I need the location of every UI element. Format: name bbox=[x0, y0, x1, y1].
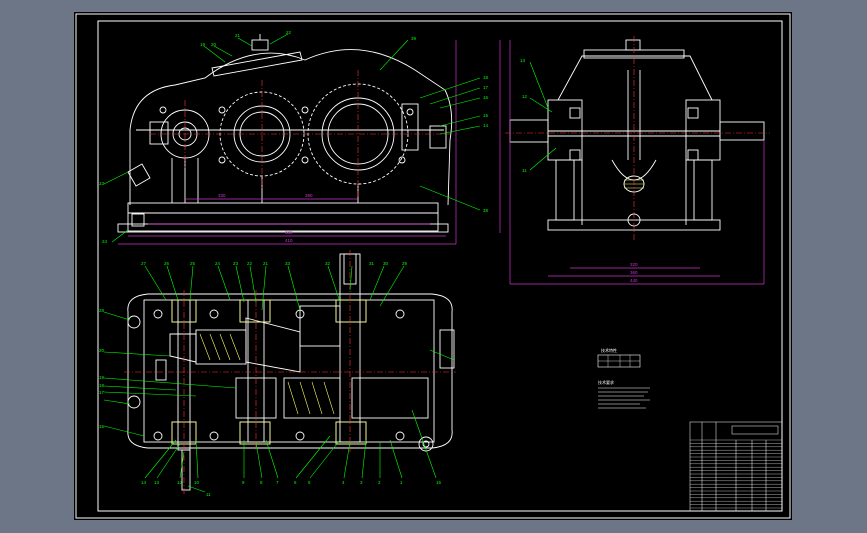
side-view-dimension: 440 bbox=[630, 278, 638, 283]
front-view-balloon: 23 bbox=[99, 181, 105, 186]
top-view-balloon: 5 bbox=[308, 480, 311, 485]
top-view-balloon: 15 bbox=[99, 424, 105, 429]
top-view-balloon: 31 bbox=[369, 261, 375, 266]
side-view-balloon: 12 bbox=[522, 94, 528, 99]
top-view-balloon: 6 bbox=[294, 480, 297, 485]
front-view-balloon: 17 bbox=[483, 85, 489, 90]
side-view-centerlines bbox=[505, 36, 770, 240]
top-view-balloon: 33 bbox=[285, 261, 291, 266]
top-view-balloon: 7 bbox=[276, 480, 279, 485]
front-view-dimension: 380 bbox=[305, 193, 313, 198]
side-view-balloon: 13 bbox=[520, 58, 526, 63]
top-view-balloon: 3 bbox=[360, 480, 363, 485]
top-view-balloon: 13 bbox=[154, 480, 160, 485]
front-view-balloon: 39 bbox=[411, 36, 417, 41]
top-view-balloon: 32 bbox=[325, 261, 331, 266]
front-view-dimension-texts: 410 380 330 380 bbox=[218, 193, 313, 243]
top-view-balloon: 10 bbox=[194, 480, 200, 485]
tech-requirements-title: 技术要求 bbox=[598, 379, 614, 385]
top-view-balloon: 24 bbox=[215, 261, 221, 266]
technical-notes: 技术特性 技术要求 bbox=[597, 347, 650, 409]
tech-requirements-lines bbox=[598, 387, 650, 409]
top-view-balloon: 16 bbox=[436, 480, 442, 485]
top-view-balloon: 11 bbox=[206, 492, 211, 497]
gearbox-assembly-drawing: 410 380 330 380 19 20 21 22 39 18 17 16 … bbox=[75, 13, 791, 519]
top-view-balloon: 18 bbox=[99, 383, 105, 388]
front-view-balloon: 15 bbox=[483, 113, 489, 118]
side-view-balloon: 11 bbox=[522, 168, 527, 173]
front-view-leaders bbox=[103, 33, 481, 243]
top-view-balloon: 25 bbox=[190, 261, 196, 266]
front-view-dimension: 410 bbox=[285, 238, 293, 243]
top-view-balloon: 8 bbox=[260, 480, 263, 485]
front-view-dimension: 330 bbox=[218, 193, 226, 198]
side-view-leaders bbox=[529, 61, 557, 171]
sheet-inner-border bbox=[97, 20, 783, 512]
side-view-dimension-texts: 440 320 360 bbox=[630, 262, 638, 283]
side-view-dimension: 360 bbox=[630, 270, 638, 275]
top-view-balloon: 27 bbox=[141, 261, 147, 266]
top-view-balloon: 4 bbox=[342, 480, 345, 485]
top-view-balloon: 19 bbox=[99, 375, 105, 380]
front-view-balloon: 18 bbox=[483, 75, 489, 80]
front-view-balloon: 22 bbox=[286, 30, 292, 35]
front-view bbox=[117, 34, 453, 233]
top-view-balloon: 17 bbox=[99, 390, 105, 395]
top-view-balloon: 14 bbox=[141, 480, 147, 485]
top-view-balloon: 30 bbox=[383, 261, 389, 266]
top-view-balloon: 29 bbox=[402, 261, 408, 266]
parts-list-rows bbox=[690, 439, 782, 509]
side-view bbox=[509, 39, 765, 231]
front-view-balloon: 19 bbox=[200, 42, 206, 47]
top-view-balloon: 9 bbox=[242, 480, 245, 485]
front-view-dimension: 380 bbox=[285, 230, 293, 235]
front-view-balloon: 24 bbox=[102, 239, 108, 244]
top-view-balloon: 2 bbox=[378, 480, 381, 485]
top-view-balloon: 12 bbox=[177, 480, 183, 485]
cad-viewport[interactable]: 410 380 330 380 19 20 21 22 39 18 17 16 … bbox=[0, 0, 867, 533]
front-view-balloon: 38 bbox=[483, 208, 489, 213]
front-view-balloon: 16 bbox=[483, 95, 489, 100]
top-view-balloons: 27 26 25 24 23 22 21 33 32 31 30 29 28 2… bbox=[99, 261, 442, 497]
side-view-dimension: 320 bbox=[630, 262, 638, 267]
top-view-balloon: 26 bbox=[164, 261, 170, 266]
top-view-balloon: 1 bbox=[400, 480, 403, 485]
top-view-balloon: 22 bbox=[247, 261, 253, 266]
front-view-balloon: 21 bbox=[235, 33, 241, 38]
top-view-balloon: 20 bbox=[99, 348, 105, 353]
top-view-balloon: 28 bbox=[99, 308, 105, 313]
side-view-balloons: 13 12 11 bbox=[520, 58, 528, 173]
front-view-centerlines bbox=[150, 70, 450, 198]
front-view-balloon: 20 bbox=[211, 42, 217, 47]
top-view-balloon: 21 bbox=[263, 261, 269, 266]
spec-table-title: 技术特性 bbox=[601, 347, 617, 353]
top-view-balloon: 23 bbox=[233, 261, 239, 266]
front-view-balloon: 14 bbox=[483, 123, 489, 128]
